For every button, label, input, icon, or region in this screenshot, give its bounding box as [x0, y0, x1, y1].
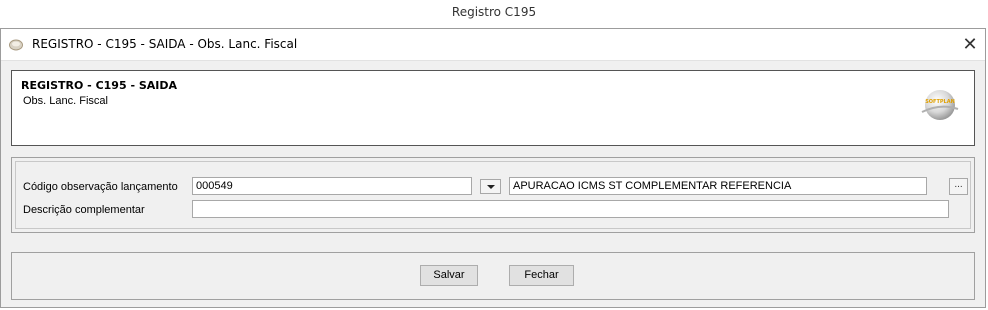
app-disc-icon [9, 38, 23, 51]
window-title: REGISTRO - C195 - SAIDA - Obs. Lanc. Fis… [32, 37, 298, 51]
descricao-input[interactable] [192, 200, 949, 218]
close-button[interactable]: Fechar [509, 265, 574, 286]
descricao-label: Descrição complementar [23, 204, 145, 216]
form-panel: Código observação lançamento 000549 APUR… [11, 157, 975, 233]
codigo-label: Código observação lançamento [23, 181, 178, 193]
header-subtitle: Obs. Lanc. Fiscal [23, 95, 108, 107]
dialog-window: REGISTRO - C195 - SAIDA - Obs. Lanc. Fis… [0, 28, 986, 308]
outer-window-title: Registro C195 [451, 5, 537, 19]
close-icon[interactable]: ✕ [959, 33, 981, 55]
app-logo-icon: SOFTPLAN [920, 85, 960, 125]
header-title: REGISTRO - C195 - SAIDA [21, 79, 178, 92]
codigo-input[interactable]: 000549 [192, 177, 472, 195]
header-panel: REGISTRO - C195 - SAIDA Obs. Lanc. Fisca… [11, 70, 975, 146]
save-button[interactable]: Salvar [420, 265, 478, 286]
button-bar: Salvar Fechar [11, 252, 975, 300]
lookup-ellipsis-button[interactable]: ... [949, 178, 968, 195]
codigo-dropdown-button[interactable] [480, 179, 501, 194]
codigo-description-field: APURACAO ICMS ST COMPLEMENTAR REFERENCIA [509, 177, 927, 195]
titlebar[interactable]: REGISTRO - C195 - SAIDA - Obs. Lanc. Fis… [1, 29, 985, 61]
svg-text:SOFTPLAN: SOFTPLAN [925, 99, 955, 105]
form-group: Código observação lançamento 000549 APUR… [15, 161, 971, 229]
